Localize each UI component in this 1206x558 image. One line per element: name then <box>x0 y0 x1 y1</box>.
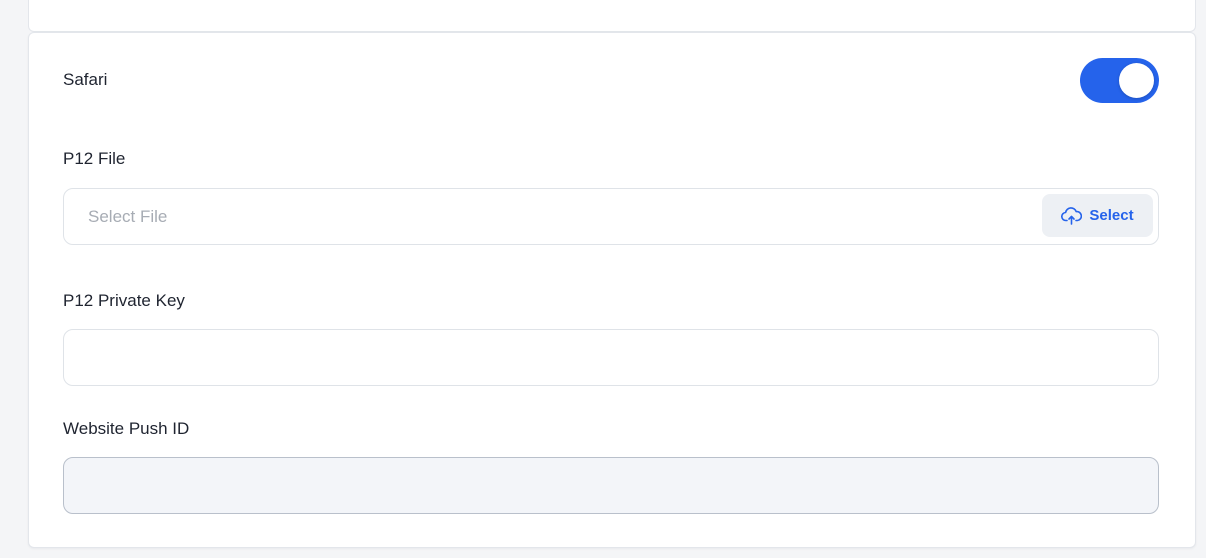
website-push-id-label: Website Push ID <box>63 419 190 438</box>
website-push-id-input[interactable] <box>63 457 1159 514</box>
p12-file-label: P12 File <box>63 149 126 168</box>
toggle-knob <box>1119 62 1154 98</box>
cloud-upload-icon <box>1061 206 1083 225</box>
safari-header-row: Safari <box>63 57 1159 103</box>
section-title: Safari <box>63 70 108 89</box>
select-file-button[interactable]: Select <box>1042 194 1153 237</box>
p12-private-key-label: P12 Private Key <box>63 291 185 310</box>
p12-private-key-input[interactable] <box>63 329 1159 386</box>
p12-file-input[interactable] <box>63 188 1159 245</box>
safari-enabled-toggle[interactable] <box>1080 57 1159 103</box>
previous-card-bottom <box>28 0 1196 32</box>
safari-settings-card: Safari P12 File Select P12 Private Key W… <box>28 32 1196 548</box>
select-button-label: Select <box>1089 207 1134 224</box>
